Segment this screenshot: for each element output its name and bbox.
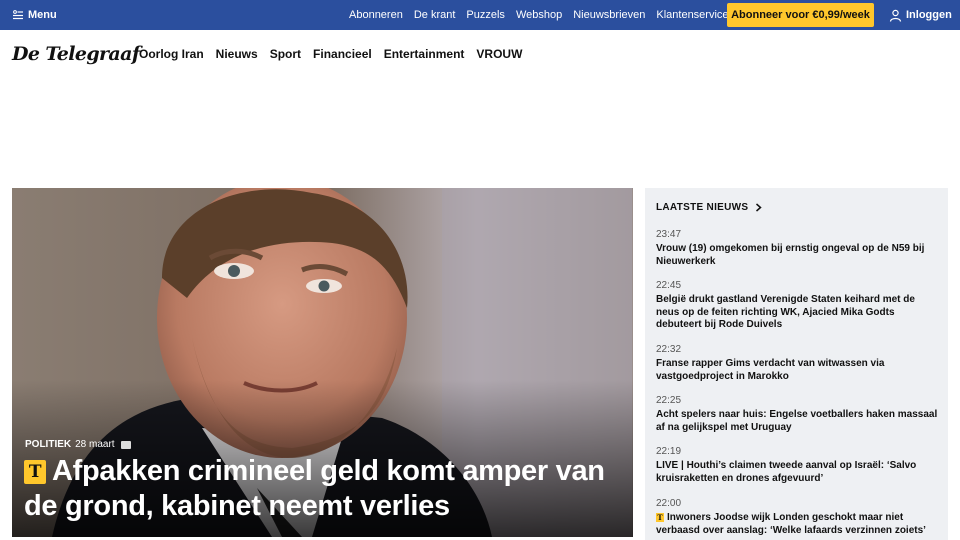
news-headline: Vrouw (19) omgekomen bij ernstig ongeval…	[656, 243, 925, 267]
news-item[interactable]: 22:32 Franse rapper Gims verdacht van wi…	[656, 344, 941, 383]
hero-headline[interactable]: T Afpakken crimineel geld komt amper van …	[24, 454, 624, 524]
menu-label: Menu	[28, 9, 57, 21]
top-bar: Menu Abonneren De krant Puzzels Webshop …	[0, 0, 960, 30]
subscribe-button[interactable]: Abonneer voor €0,99/week	[727, 3, 874, 27]
link-abonneren[interactable]: Abonneren	[349, 9, 403, 21]
main-nav: Oorlog Iran Nieuws Sport Financieel Ente…	[139, 39, 522, 69]
nav-financieel[interactable]: Financieel	[313, 47, 372, 61]
telegraaf-plus-icon: T	[656, 513, 664, 522]
nav-oorlog-iran[interactable]: Oorlog Iran	[139, 47, 204, 61]
link-de-krant[interactable]: De krant	[414, 9, 456, 21]
nav-entertainment[interactable]: Entertainment	[384, 47, 465, 61]
news-time: 22:25	[656, 395, 682, 406]
news-headline: Acht spelers naar huis: Engelse voetball…	[656, 409, 938, 433]
news-time: 22:19	[656, 446, 682, 457]
menu-icon	[13, 10, 23, 20]
news-item[interactable]: 22:25 Acht spelers naar huis: Engelse vo…	[656, 395, 941, 434]
nav-vrouw[interactable]: VROUW	[476, 47, 522, 61]
latest-news-header[interactable]: LAATSTE NIEUWS	[656, 202, 763, 213]
latest-news-panel: LAATSTE NIEUWS 23:47 Vrouw (19) omgekome…	[645, 188, 948, 540]
telegraaf-plus-icon: T	[24, 460, 46, 484]
link-nieuwsbrieven[interactable]: Nieuwsbrieven	[573, 9, 645, 21]
news-item[interactable]: 22:45 België drukt gastland Verenigde St…	[656, 280, 941, 332]
news-headline-text: Inwoners Joodse wijk Londen geschokt maa…	[656, 512, 926, 536]
link-webshop[interactable]: Webshop	[516, 9, 562, 21]
chevron-right-icon	[756, 203, 762, 212]
nav-sport[interactable]: Sport	[270, 47, 301, 61]
comment-icon	[120, 440, 131, 449]
login-label: Inloggen	[906, 9, 952, 21]
news-headline: LIVE | Houthi’s claimen tweede aanval op…	[656, 460, 917, 484]
link-puzzels[interactable]: Puzzels	[466, 9, 505, 21]
news-headline: België drukt gastland Verenigde Staten k…	[656, 294, 915, 330]
hero-category: POLITIEK	[25, 439, 72, 450]
link-klantenservice[interactable]: Klantenservice	[656, 9, 728, 21]
news-item[interactable]: 22:19 LIVE | Houthi’s claimen tweede aan…	[656, 446, 941, 485]
news-time: 22:45	[656, 280, 682, 291]
news-time: 22:00	[656, 498, 682, 509]
user-icon	[889, 9, 902, 22]
hero-date: 28 maart	[75, 439, 115, 450]
hero-title-text: Afpakken crimineel geld komt amper van d…	[24, 455, 605, 522]
top-links: Abonneren De krant Puzzels Webshop Nieuw…	[349, 0, 729, 30]
hero-article[interactable]: POLITIEK 28 maart T Afpakken crimineel ge…	[12, 188, 633, 537]
news-headline: Franse rapper Gims verdacht van witwasse…	[656, 358, 885, 382]
news-item[interactable]: 23:47 Vrouw (19) omgekomen bij ernstig o…	[656, 229, 941, 268]
news-headline: T Inwoners Joodse wijk Londen geschokt ma…	[656, 512, 941, 537]
login-button[interactable]: Inloggen	[889, 0, 952, 30]
news-time: 23:47	[656, 229, 682, 240]
news-time: 22:32	[656, 344, 682, 355]
nav-nieuws[interactable]: Nieuws	[216, 47, 258, 61]
hero-meta: POLITIEK 28 maart	[25, 439, 131, 450]
menu-button[interactable]: Menu	[12, 0, 57, 30]
news-item[interactable]: 22:00 T Inwoners Joodse wijk Londen gesch…	[656, 498, 941, 537]
site-logo[interactable]: De Telegraaf	[12, 39, 140, 69]
latest-news-title: LAATSTE NIEUWS	[656, 202, 749, 213]
